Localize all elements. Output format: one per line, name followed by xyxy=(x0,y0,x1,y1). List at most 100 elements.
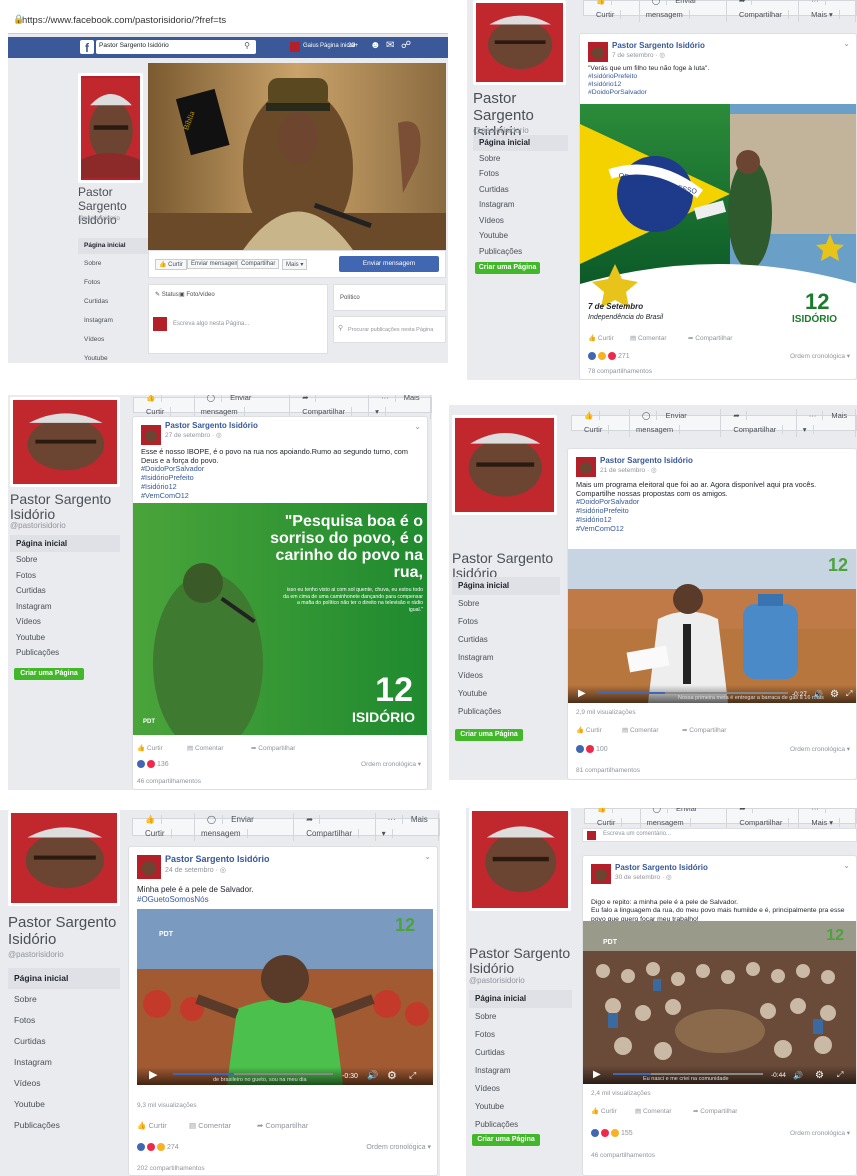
hashtag[interactable]: #DoidoPorSalvador xyxy=(588,89,709,97)
nav-youtube[interactable]: Youtube xyxy=(452,685,560,703)
nav-photos[interactable]: Fotos xyxy=(8,1010,120,1031)
video-progress-bar[interactable] xyxy=(598,692,788,694)
profile-picture[interactable] xyxy=(78,73,143,183)
page-handle[interactable]: @pastorisidorio xyxy=(469,976,525,985)
send-message-button[interactable]: ◯ Enviar mensagem xyxy=(630,409,722,437)
nav-instagram[interactable]: Instagram xyxy=(78,311,148,330)
reaction-summary[interactable]: 100 xyxy=(576,745,608,753)
page-handle[interactable]: @pastorisidorio xyxy=(78,216,120,222)
like-page-button[interactable]: 👍 Curtir xyxy=(133,813,195,841)
nav-likes[interactable]: Curtidas xyxy=(452,631,560,649)
share-count[interactable]: 202 compartilhamentos xyxy=(137,1165,205,1172)
composer-input[interactable]: Escreva algo nesta Página... xyxy=(173,321,249,327)
nav-home[interactable]: Página inicial xyxy=(78,238,148,254)
post-image[interactable]: "Pesquisa boa é o sorriso do povo, é o c… xyxy=(133,503,427,735)
share-count[interactable]: 78 compartilhamentos xyxy=(588,368,652,375)
view-count[interactable]: 9,3 mil visualizações xyxy=(137,1102,197,1109)
share-count[interactable]: 81 compartilhamentos xyxy=(576,767,640,774)
facebook-search-input[interactable]: Pastor Sargento Isidório ⚲ xyxy=(96,40,256,54)
more-button[interactable]: ··· Mais ▾ xyxy=(799,808,856,830)
comment-button[interactable]: ▤ Comentar xyxy=(622,726,659,734)
send-message-button[interactable]: ◯ Enviar mensagem xyxy=(641,808,728,830)
nav-home[interactable]: Página inicial xyxy=(473,135,568,151)
comment-button[interactable]: ▤ Comentar xyxy=(635,1107,672,1115)
post-options-chevron-icon[interactable]: ⌄ xyxy=(414,422,421,431)
profile-picture[interactable] xyxy=(452,415,557,515)
nav-about[interactable]: Sobre xyxy=(473,151,568,167)
page-handle[interactable]: @pastorisidorio xyxy=(473,126,529,135)
nav-videos[interactable]: Vídeos xyxy=(8,1073,120,1094)
comment-button[interactable]: ▤ Comentar xyxy=(189,1121,231,1130)
profile-picture[interactable] xyxy=(8,810,120,906)
nav-photos[interactable]: Fotos xyxy=(473,166,568,182)
nav-photos[interactable]: Fotos xyxy=(452,613,560,631)
more-button[interactable]: ··· Mais ▾ xyxy=(376,813,439,841)
comment-order-select[interactable]: Ordem cronológica ▾ xyxy=(790,1129,850,1137)
user-avatar[interactable] xyxy=(290,42,300,52)
nav-publications[interactable]: Publicações xyxy=(452,703,560,721)
more-button[interactable]: ··· Mais ▾ xyxy=(799,0,856,22)
like-page-button[interactable]: 👍 Curtir xyxy=(572,409,631,437)
nav-about[interactable]: Sobre xyxy=(452,595,560,613)
facebook-logo-icon[interactable]: f xyxy=(80,40,94,55)
comment-input[interactable]: Escreva um comentário... xyxy=(603,831,671,837)
profile-picture[interactable] xyxy=(10,397,120,487)
create-page-button[interactable]: Criar uma Página xyxy=(14,668,84,680)
like-post-button[interactable]: 👍 Curtir xyxy=(576,726,602,734)
nav-likes[interactable]: Curtidas xyxy=(8,1031,120,1052)
post-date[interactable]: 7 de setembro · ◎ xyxy=(612,51,665,59)
post-author[interactable]: Pastor Sargento Isidório xyxy=(165,854,270,864)
post-author[interactable]: Pastor Sargento Isidório xyxy=(165,421,258,430)
like-post-button[interactable]: 👍 Curtir xyxy=(588,334,614,342)
nav-likes[interactable]: Curtidas xyxy=(78,292,148,311)
fullscreen-icon[interactable]: ⤢ xyxy=(409,1070,416,1081)
page-handle[interactable]: @pastorisidorio xyxy=(8,950,64,959)
globe-icon[interactable]: ☍ xyxy=(401,40,411,51)
nav-youtube[interactable]: Youtube xyxy=(10,630,120,646)
nav-about[interactable]: Sobre xyxy=(10,552,120,568)
user-name[interactable]: Gaius xyxy=(303,43,319,49)
nav-videos[interactable]: Vídeos xyxy=(473,213,568,229)
comment-button[interactable]: ▤ Comentar xyxy=(630,334,667,342)
profile-picture[interactable] xyxy=(469,808,571,911)
author-avatar[interactable] xyxy=(141,425,161,445)
nav-videos[interactable]: Vídeos xyxy=(10,614,120,630)
search-posts-box[interactable]: ⚲ Procurar publicações nesta Página xyxy=(333,316,446,343)
post-options-chevron-icon[interactable]: ⌄ xyxy=(424,852,431,861)
comment-order-select[interactable]: Ordem cronológica ▾ xyxy=(790,352,850,360)
nav-instagram[interactable]: Instagram xyxy=(10,599,120,615)
post-date[interactable]: 21 de setembro · ◎ xyxy=(600,466,657,474)
share-post-button[interactable]: ➦ Compartilhar xyxy=(688,334,732,342)
nav-publications[interactable]: Publicações xyxy=(469,1116,572,1134)
share-page-button[interactable]: ➦ Compartilhar xyxy=(294,813,376,841)
comment-button[interactable]: ▤ Comentar xyxy=(187,744,224,752)
nav-youtube[interactable]: Youtube xyxy=(473,228,568,244)
volume-icon[interactable]: 🔊 xyxy=(813,690,823,699)
comment-order-select[interactable]: Ordem cronológica ▾ xyxy=(366,1143,431,1151)
create-page-button[interactable]: Criar uma Página xyxy=(475,262,540,274)
hashtag[interactable]: #IsidórioPrefeito xyxy=(576,506,854,516)
view-count[interactable]: 2,4 mil visualizações xyxy=(591,1090,651,1097)
photo-video-tab[interactable]: ▣ Foto/vídeo xyxy=(179,291,215,298)
comment-order-select[interactable]: Ordem cronológica ▾ xyxy=(361,760,421,768)
nav-publications[interactable]: Publicações xyxy=(473,244,568,260)
nav-youtube[interactable]: Youtube xyxy=(78,349,148,363)
category-label[interactable]: Político xyxy=(340,295,360,301)
share-post-button[interactable]: ➦ Compartilhar xyxy=(257,1121,308,1130)
cover-message-button[interactable]: Enviar mensagem xyxy=(187,259,244,269)
nav-instagram[interactable]: Instagram xyxy=(8,1052,120,1073)
volume-icon[interactable]: 🔊 xyxy=(367,1070,378,1081)
send-message-button[interactable]: ◯ Enviar mensagem xyxy=(195,813,295,841)
play-icon[interactable]: ▶ xyxy=(578,688,586,699)
play-icon[interactable]: ▶ xyxy=(593,1069,601,1080)
volume-icon[interactable]: 🔊 xyxy=(793,1071,803,1080)
nav-youtube[interactable]: Youtube xyxy=(469,1098,572,1116)
cover-share-button[interactable]: Compartilhar xyxy=(237,259,280,269)
nav-photos[interactable]: Fotos xyxy=(469,1026,572,1044)
reaction-summary[interactable]: 136 xyxy=(137,760,169,768)
share-page-button[interactable]: ➦ Compartilhar xyxy=(727,808,800,830)
nav-photos[interactable]: Fotos xyxy=(10,568,120,584)
create-page-button[interactable]: Criar uma Página xyxy=(472,1134,540,1146)
fullscreen-icon[interactable]: ⤢ xyxy=(846,689,852,699)
nav-about[interactable]: Sobre xyxy=(469,1008,572,1026)
